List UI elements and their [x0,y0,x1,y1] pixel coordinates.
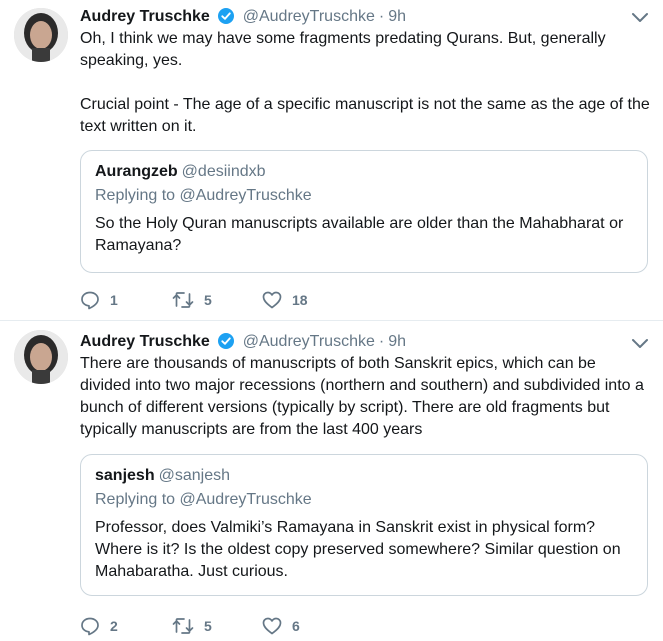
tweet-text: Oh, I think we may have some fragments p… [80,28,650,138]
tweet[interactable]: Audrey Truschke @AudreyTruschke · 9h Oh, I… [0,0,663,321]
quoted-author-handle: @sanjesh [158,467,230,484]
retweet-button[interactable]: 5 [172,616,212,636]
reply-button[interactable]: 2 [80,616,118,636]
quoted-tweet[interactable]: Aurangzeb @desiindxb Replying to @AudreyT… [80,150,648,273]
author-name[interactable]: Audrey Truschke [80,333,210,350]
quoted-text: Professor, does Valmiki’s Ramayana in Sa… [95,519,621,580]
reply-count: 2 [110,618,118,634]
avatar[interactable] [14,8,68,62]
retweet-icon [172,292,194,308]
like-count: 6 [292,618,300,634]
timestamp[interactable]: 9h [388,8,406,25]
like-button[interactable]: 18 [262,290,308,310]
tweet-text: There are thousands of manuscripts of bo… [80,353,650,441]
author-handle[interactable]: @AudreyTruschke [243,333,375,350]
retweet-button[interactable]: 5 [172,290,212,310]
quoted-text: So the Holy Quran manuscripts available … [95,215,624,254]
like-icon [262,291,282,309]
retweet-icon [172,618,194,634]
avatar[interactable] [14,330,68,384]
retweet-count: 5 [204,618,212,634]
reply-button[interactable]: 1 [80,290,118,310]
replying-to: Replying to @AudreyTruschke [95,491,312,508]
quoted-tweet[interactable]: sanjesh @sanjesh Replying to @AudreyTrusc… [80,454,648,596]
chevron-down-icon[interactable] [631,336,649,350]
tweet-paragraph: There are thousands of manuscripts of bo… [80,355,644,438]
reply-icon [81,291,99,310]
separator-dot: · [378,8,385,25]
quoted-author-name: sanjesh [95,467,155,484]
chevron-down-icon[interactable] [631,10,649,24]
tweet-paragraph: Oh, I think we may have some fragments p… [80,30,606,69]
like-icon [262,617,282,635]
like-count: 18 [292,292,308,308]
author-handle[interactable]: @AudreyTruschke [243,8,375,25]
quoted-author-handle: @desiindxb [181,163,266,180]
retweet-count: 5 [204,292,212,308]
like-button[interactable]: 6 [262,616,300,636]
tweet-paragraph: Crucial point - The age of a specific ma… [80,96,650,135]
timestamp[interactable]: 9h [388,333,406,350]
quoted-author-name: Aurangzeb [95,163,178,180]
reply-icon [81,617,99,636]
author-name[interactable]: Audrey Truschke [80,8,210,25]
tweet[interactable]: Audrey Truschke @AudreyTruschke · 9h There… [0,322,663,641]
replying-to: Replying to @AudreyTruschke [95,187,312,204]
separator-dot: · [378,333,385,350]
reply-count: 1 [110,292,118,308]
